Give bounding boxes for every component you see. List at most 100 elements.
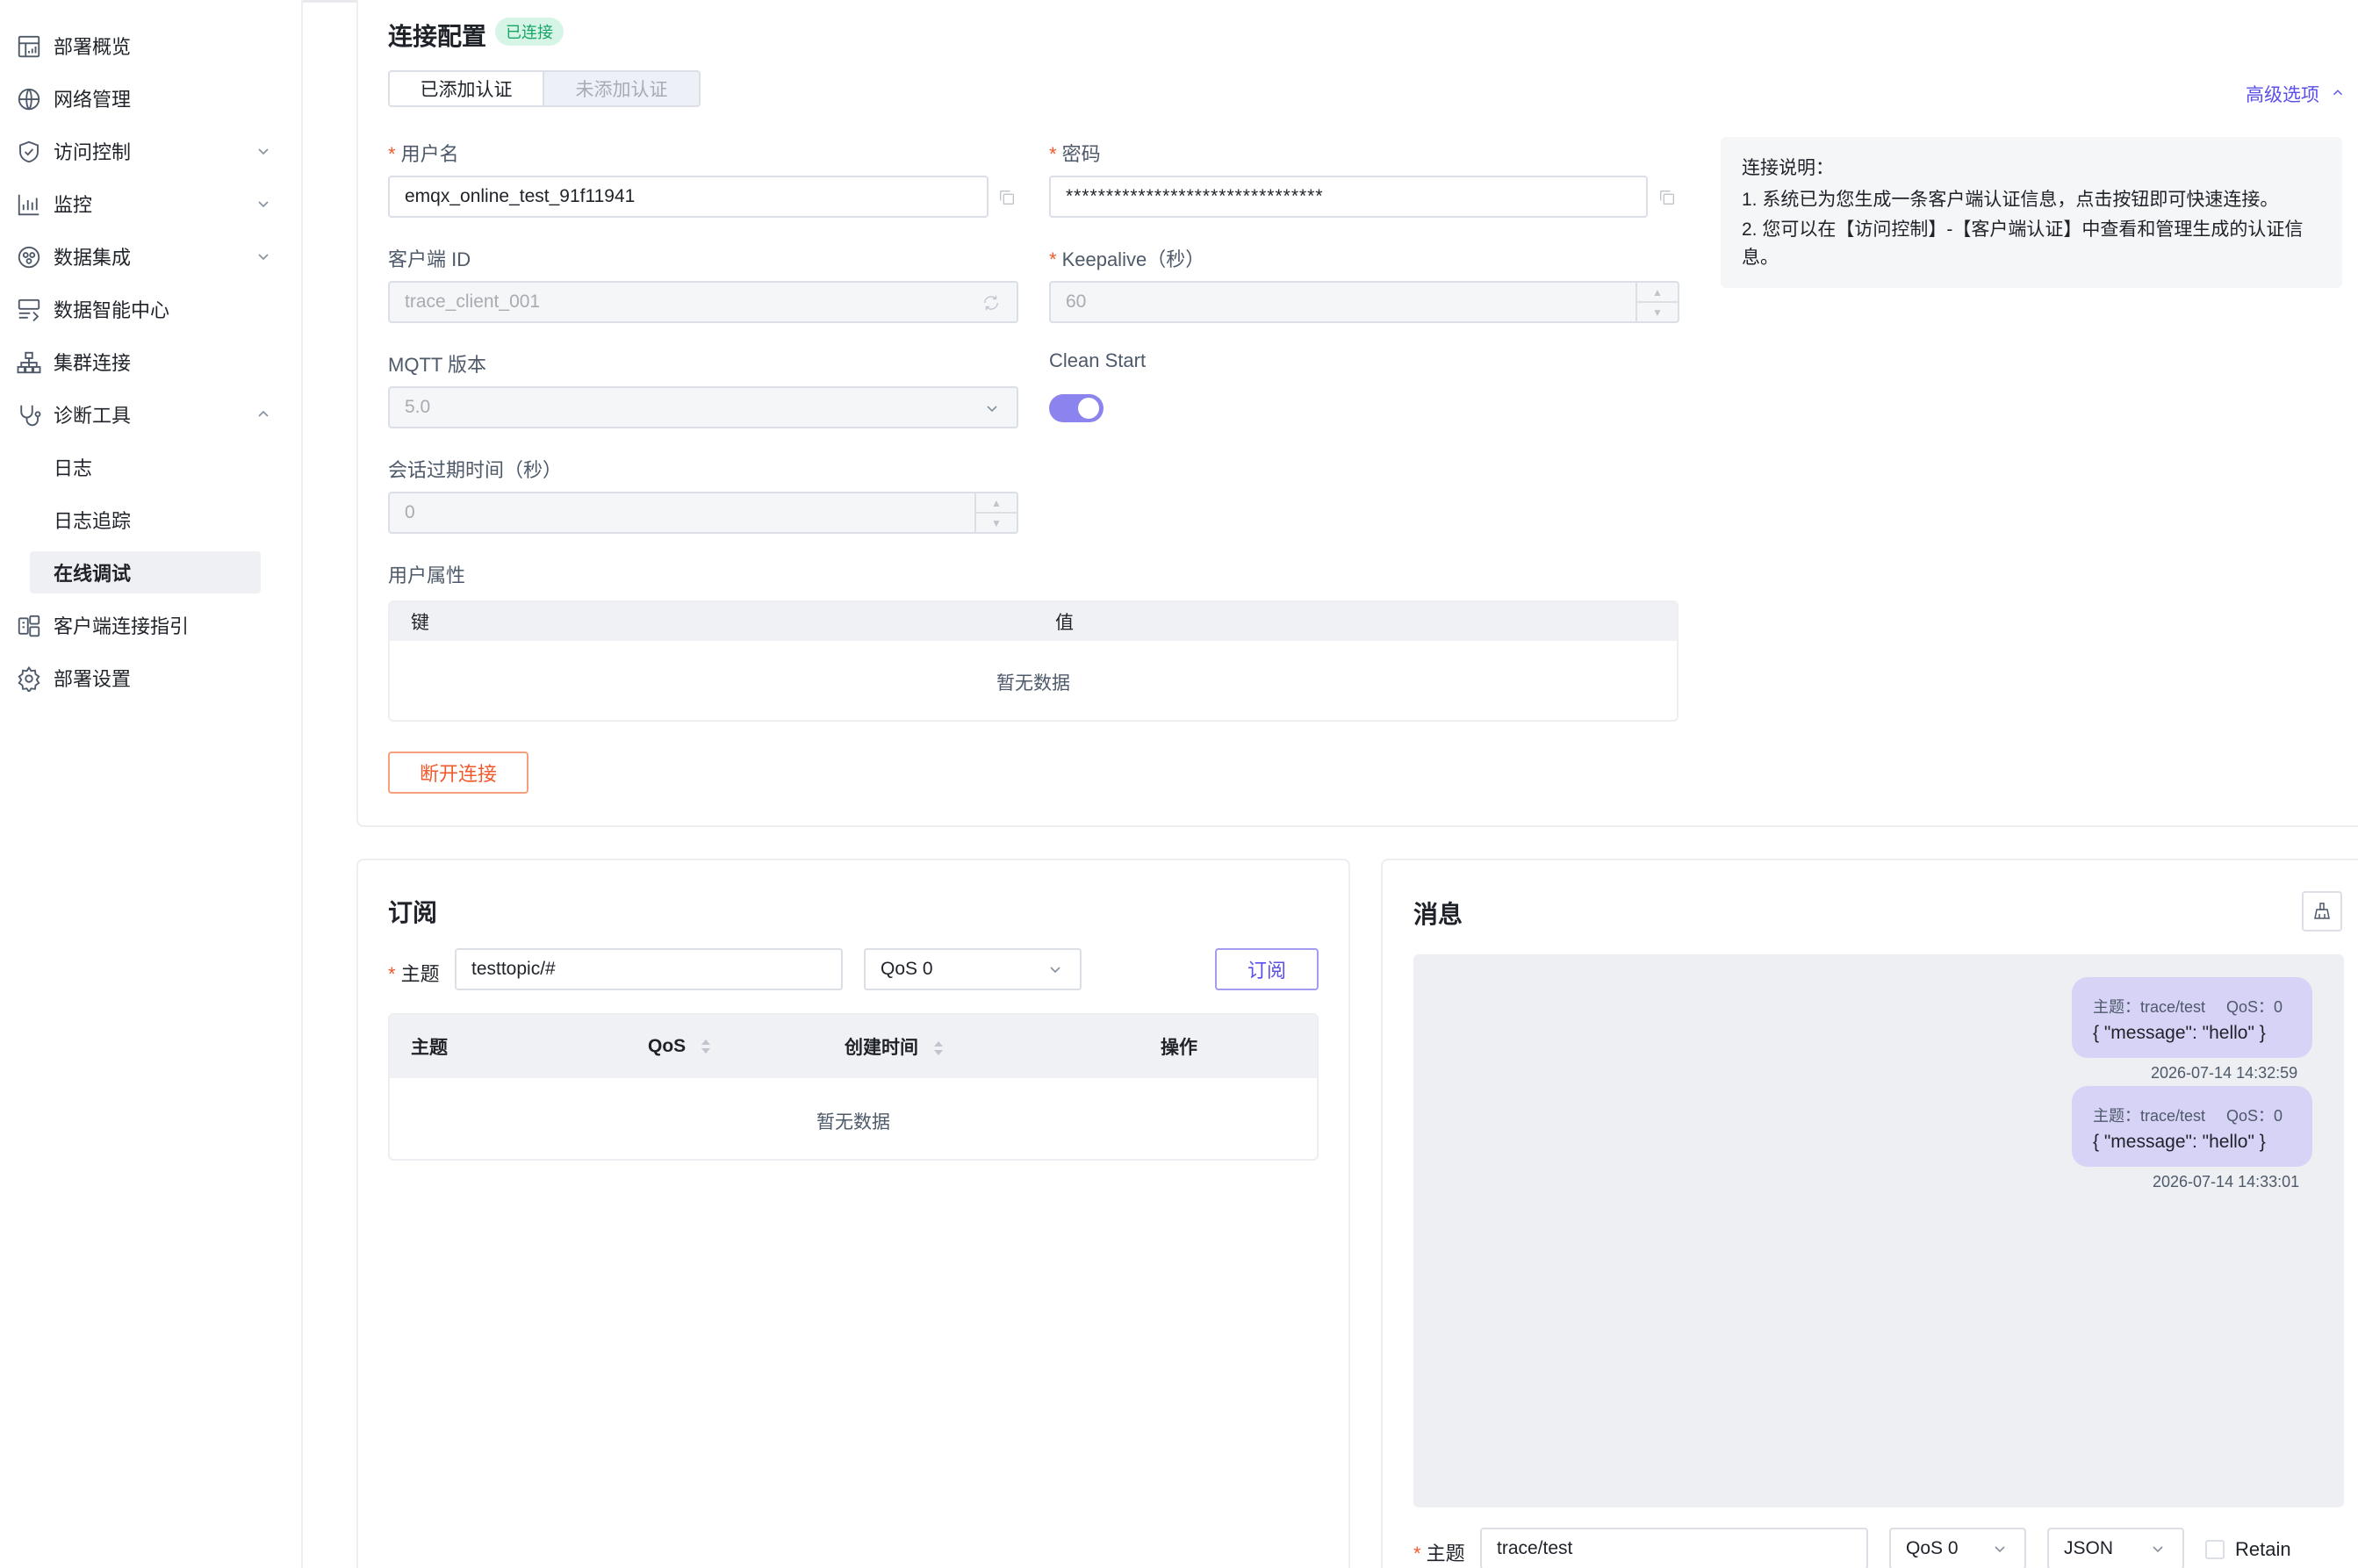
retain-checkbox[interactable] — [2205, 1540, 2225, 1559]
chevron-down-icon — [1991, 1540, 2009, 1557]
chevron-down-icon — [983, 399, 1001, 417]
message-time: 2026-07-14 14:33:01 — [2153, 1173, 2300, 1190]
sidebar-item-label: 网络管理 — [54, 89, 132, 111]
connection-note: 连接说明： 1. 系统已为您生成一条客户端认证信息，点击按钮即可快速连接。 2.… — [1721, 137, 2342, 288]
session-expiry-stepper[interactable]: ▲ ▼ — [974, 493, 1017, 532]
subscribe-topic-input[interactable]: testtopic/# — [455, 948, 843, 990]
column-qos[interactable]: QoS — [648, 1036, 712, 1057]
clean-start-label: Clean Start — [1049, 349, 1147, 371]
subscription-table-header: 主题 QoS 创建时间 操作 — [390, 1015, 1317, 1078]
message-topic: 主题：trace/test — [2093, 1107, 2206, 1125]
sidebar-item-access-control[interactable]: 访问控制 — [0, 126, 303, 176]
mqtt-version-label: MQTT 版本 — [388, 354, 487, 376]
publish-topic-input[interactable]: trace/test — [1480, 1528, 1868, 1568]
retain-label: Retain — [2235, 1538, 2291, 1560]
client-id-label: 客户端 ID — [388, 248, 471, 270]
copy-icon[interactable] — [1657, 188, 1677, 207]
chevron-up-icon — [255, 406, 272, 423]
username-input[interactable]: emqx_online_test_91f11941 — [388, 176, 988, 218]
connection-title: 连接配置 — [388, 23, 487, 50]
sidebar-item-label: 数据集成 — [54, 247, 132, 269]
column-topic: 主题 — [411, 1038, 448, 1058]
username-label: * 用户名 — [388, 143, 459, 165]
sidebar-item-diagnose[interactable]: 诊断工具 — [0, 390, 303, 439]
cluster-icon — [16, 349, 42, 376]
tab-auth-not-added[interactable]: 未添加认证 — [543, 70, 701, 107]
session-expiry-input[interactable]: 0 — [388, 492, 1018, 534]
sidebar-item-network[interactable]: 网络管理 — [0, 74, 303, 123]
sidebar-item-label: 部署设置 — [54, 668, 132, 690]
gear-icon — [16, 665, 42, 692]
user-props-header: 键 值 — [390, 602, 1677, 641]
status-badge: 已连接 — [495, 18, 564, 46]
refresh-icon[interactable] — [981, 293, 1001, 313]
advanced-options-label: 高级选项 — [2246, 85, 2319, 105]
subscribe-button[interactable]: 订阅 — [1215, 948, 1319, 990]
message-qos: QoS：0 — [2226, 1107, 2283, 1125]
sidebar-item-label: 集群连接 — [54, 352, 132, 374]
message-payload: { "message": "hello" } — [2093, 1132, 2266, 1152]
sidebar-item-cluster[interactable]: 集群连接 — [0, 337, 303, 386]
note-line: 2. 您可以在【访问控制】-【客户端认证】中查看和管理生成的认证信息。 — [1742, 219, 2304, 268]
password-input[interactable]: ******************************** — [1049, 176, 1648, 218]
chevron-down-icon — [2149, 1540, 2167, 1557]
sidebar-subitem-log[interactable]: 日志 — [30, 446, 261, 488]
sidebar: 部署概览 网络管理 访问控制 监控 数据集成 数据智能中心 集群连接 诊断工具 … — [0, 0, 303, 1568]
chevron-up-icon — [2330, 85, 2346, 106]
keepalive-label: * Keepalive（秒） — [1049, 248, 1205, 270]
shield-icon — [16, 139, 42, 165]
client-id-input[interactable]: trace_client_001 — [388, 281, 1018, 323]
tab-auth-added[interactable]: 已添加认证 — [388, 70, 544, 107]
sidebar-item-data-intelligence[interactable]: 数据智能中心 — [0, 284, 303, 334]
sort-icon — [932, 1039, 945, 1058]
message-time: 2026-07-14 14:32:59 — [2151, 1064, 2298, 1082]
sidebar-subitem-log-trace[interactable]: 日志追踪 — [30, 499, 261, 541]
column-key: 键 — [411, 613, 429, 633]
advanced-options-link[interactable]: 高级选项 — [2246, 81, 2346, 107]
sidebar-subitem-online-debug[interactable]: 在线调试 — [30, 551, 261, 593]
messages-title: 消息 — [1413, 901, 1463, 928]
message-payload: { "message": "hello" } — [2093, 1023, 2266, 1043]
client-guide-icon — [16, 613, 42, 639]
session-expiry-label: 会话过期时间（秒） — [388, 459, 563, 481]
user-props-empty: 暂无数据 — [996, 673, 1070, 694]
message-topic: 主题：trace/test — [2093, 998, 2206, 1016]
sidebar-item-label: 诊断工具 — [54, 405, 132, 427]
disconnect-button[interactable]: 断开连接 — [388, 752, 528, 794]
integration-icon — [16, 244, 42, 270]
keepalive-input[interactable]: 60 — [1049, 281, 1679, 323]
clean-start-toggle[interactable] — [1049, 394, 1104, 422]
keepalive-stepper[interactable]: ▲ ▼ — [1636, 283, 1678, 321]
publish-topic-label: * 主题 — [1413, 1543, 1465, 1564]
sidebar-item-label: 访问控制 — [54, 141, 132, 163]
sidebar-item-label: 监控 — [54, 194, 93, 216]
sort-icon — [700, 1037, 712, 1056]
mqtt-version-select[interactable]: 5.0 — [388, 386, 1018, 428]
sidebar-item-overview[interactable]: 部署概览 — [0, 21, 303, 70]
sidebar-item-label: 部署概览 — [54, 36, 132, 58]
chevron-down-icon — [255, 248, 272, 265]
column-actions: 操作 — [1161, 1038, 1197, 1058]
broom-icon — [2311, 901, 2333, 922]
sidebar-item-monitor[interactable]: 监控 — [0, 179, 303, 228]
column-created-time[interactable]: 创建时间 — [845, 1033, 945, 1060]
clear-messages-button[interactable] — [2302, 891, 2342, 931]
subscription-empty: 暂无数据 — [816, 1112, 890, 1133]
copy-icon[interactable] — [997, 188, 1017, 207]
user-props-label: 用户属性 — [388, 565, 466, 586]
chevron-down-icon — [255, 142, 272, 160]
subscribe-title: 订阅 — [388, 899, 438, 926]
message-bubble: 主题：trace/test QoS：0 { "message": "hello" … — [2072, 1086, 2312, 1167]
sidebar-item-data-integration[interactable]: 数据集成 — [0, 232, 303, 281]
globe-icon — [16, 86, 42, 112]
subscribe-topic-label: * 主题 — [388, 963, 440, 985]
stethoscope-icon — [16, 402, 42, 428]
column-value: 值 — [1055, 613, 1074, 633]
sidebar-item-client-guide[interactable]: 客户端连接指引 — [0, 601, 303, 650]
sidebar-item-settings[interactable]: 部署设置 — [0, 653, 303, 702]
sidebar-item-label: 数据智能中心 — [54, 299, 170, 321]
note-title: 连接说明： — [1742, 158, 1834, 178]
message-bubble: 主题：trace/test QoS：0 { "message": "hello" … — [2072, 977, 2312, 1058]
message-qos: QoS：0 — [2226, 998, 2283, 1016]
chevron-down-icon — [255, 195, 272, 212]
